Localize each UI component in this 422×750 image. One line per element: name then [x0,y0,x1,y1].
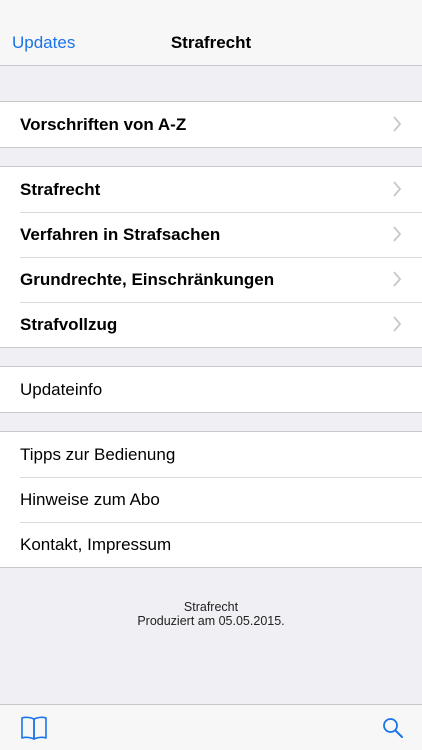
list-item-label: Hinweise zum Abo [20,489,160,509]
list-item-label: Kontakt, Impressum [20,534,172,554]
section-a-z: Vorschriften von A-Z [0,101,422,148]
navigation-bar: Updates Strafrecht [0,0,422,66]
footer-title: Strafrecht [183,600,239,614]
section-updateinfo: Updateinfo [0,366,422,413]
list-item-label: Vorschriften von A-Z [20,114,187,134]
list-item-strafrecht[interactable]: Strafrecht [0,167,422,212]
list-item-label: Strafrecht [20,179,101,199]
list-item-label: Strafvollzug [20,314,118,334]
chevron-right-icon [393,271,402,287]
list-item-grundrechte[interactable]: Grundrechte, Einschränkungen [0,257,422,302]
search-icon[interactable] [382,717,404,739]
chevron-right-icon [393,316,402,332]
page-title: Strafrecht [170,33,252,52]
list-item-tipps-zur-bedienung[interactable]: Tipps zur Bedienung [0,432,422,477]
list-item-label: Grundrechte, Einschränkungen [20,269,275,289]
list-item-updateinfo[interactable]: Updateinfo [0,367,422,412]
list-item-strafvollzug[interactable]: Strafvollzug [0,302,422,347]
list-item-verfahren-in-strafsachen[interactable]: Verfahren in Strafsachen [0,212,422,257]
footer-info: Strafrecht Produziert am 05.05.2015. [0,600,422,628]
section-gesetze: Strafrecht Verfahren in Strafsachen Grun… [0,166,422,348]
list-item-label: Tipps zur Bedienung [20,444,176,464]
list-item-kontakt-impressum[interactable]: Kontakt, Impressum [0,522,422,567]
list-item-label: Updateinfo [20,379,103,399]
section-info: Tipps zur Bedienung Hinweise zum Abo Kon… [0,431,422,568]
chevron-right-icon [393,226,402,242]
list-item-label: Verfahren in Strafsachen [20,224,221,244]
list-item-hinweise-zum-abo[interactable]: Hinweise zum Abo [0,477,422,522]
chevron-right-icon [393,116,402,132]
list-item-vorschriften-a-z[interactable]: Vorschriften von A-Z [0,102,422,147]
tab-bar [0,704,422,750]
chevron-right-icon [393,181,402,197]
footer-production-date: Produziert am 05.05.2015. [137,614,285,628]
book-icon[interactable] [20,715,48,741]
